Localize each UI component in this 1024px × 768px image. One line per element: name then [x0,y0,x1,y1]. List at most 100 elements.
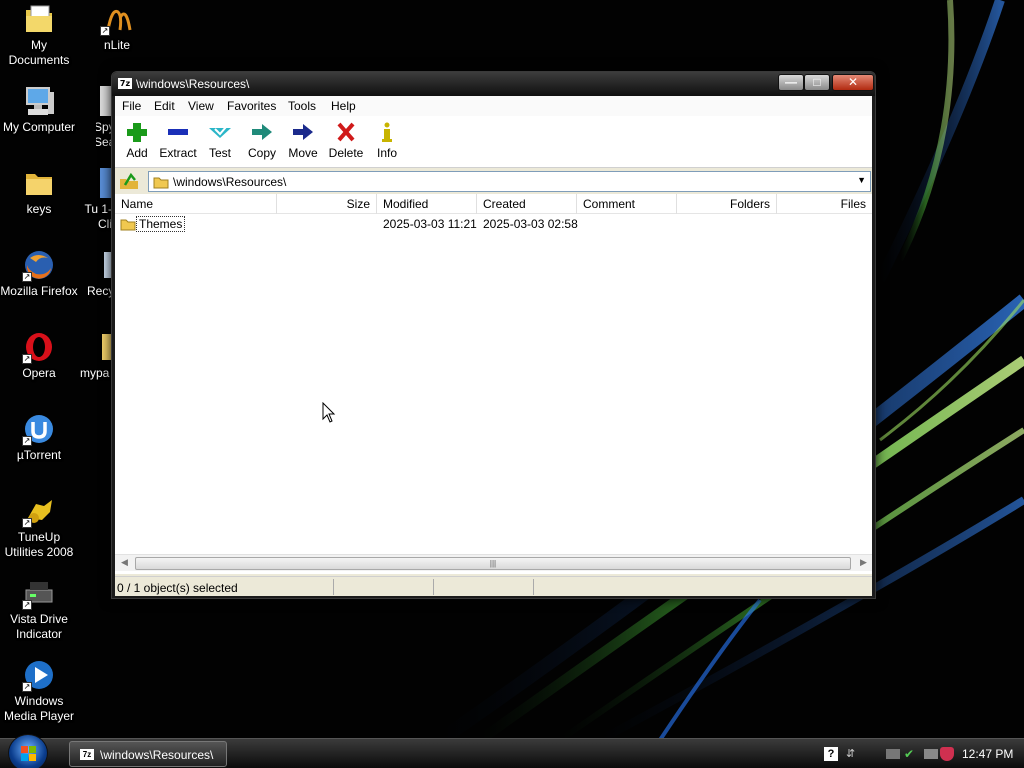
monitor-icon[interactable] [924,749,938,759]
app-icon: 7z [80,749,94,760]
scroll-left-icon[interactable]: ◀ [121,557,128,568]
test-button[interactable]: Test [198,120,242,160]
menu-edit[interactable]: Edit [154,99,175,113]
desktop-icon-recycle-bin[interactable]: Recy [86,248,112,314]
notification-icon[interactable]: ⇵ [846,747,860,761]
desktop-icon-my-computer[interactable]: My Computer [0,84,78,135]
mouse-cursor-icon [322,402,336,423]
list-item[interactable]: Themes 2025-03-03 11:21 2025-03-03 02:58 [115,215,872,233]
desktop-icon-my-documents[interactable]: My Documents [0,2,78,68]
help-icon[interactable]: ? [824,747,838,761]
folder-icon [120,218,136,234]
address-combobox[interactable]: \windows\Resources\ ▼ [148,171,871,192]
move-icon [289,120,317,144]
delete-label: Delete [328,146,364,160]
menu-bar: File Edit View Favorites Tools Help [115,96,872,116]
desktop-icon-label: keys [26,202,52,216]
item-created: 2025-03-03 02:58 [483,217,578,231]
move-button[interactable]: Move [281,120,325,160]
app-icon: 7z [118,78,132,89]
extract-label: Extract [159,146,197,160]
status-divider [533,579,534,595]
add-button[interactable]: Add [115,120,159,160]
desktop-icon-label: Tu 1-Cli [84,202,112,231]
security-shield-icon[interactable] [940,747,954,761]
desktop-icon-mozilla-firefox[interactable]: ↗ Mozilla Firefox [0,248,78,299]
desktop-icon-keys[interactable]: keys [0,166,78,217]
column-header-modified[interactable]: Modified [377,194,477,214]
column-header-comment[interactable]: Comment [577,194,677,214]
start-button[interactable] [8,734,48,768]
file-list: Name Size Modified Created Comment Folde… [115,194,872,574]
windows-logo-icon [21,746,36,761]
menu-file[interactable]: File [122,99,141,113]
horizontal-scrollbar[interactable]: ◀ ||| ▶ [115,554,872,571]
shortcut-arrow-icon: ↗ [22,682,32,692]
up-folder-button[interactable] [117,171,141,191]
scrollbar-thumb[interactable]: ||| [135,557,851,570]
desktop-icon-windows-media-player[interactable]: ↗ Windows Media Player [0,658,78,724]
copy-icon [248,120,276,144]
taskbar-window-button[interactable]: 7z \windows\Resources\ [69,741,227,767]
extract-button[interactable]: Extract [156,120,200,160]
column-header-created[interactable]: Created [477,194,577,214]
firefox-icon: ↗ [22,248,56,282]
desktop-icon-opera[interactable]: ↗ Opera [0,330,78,381]
desktop-icon-label: My Computer [2,120,76,134]
info-icon [373,120,401,144]
copy-button[interactable]: Copy [240,120,284,160]
menu-help[interactable]: Help [331,99,356,113]
status-divider [433,579,434,595]
shortcut-arrow-icon: ↗ [22,518,32,528]
toolbar: Add Extract Test Copy Move Delete Info [115,116,872,168]
taskbar: 7z \windows\Resources\ ? ⇵ ✔ 12:47 PM [0,734,1024,768]
my-computer-icon [22,84,56,118]
minimize-button[interactable]: — [778,74,804,91]
tuneup-utilities-icon: ↗ [22,494,56,528]
desktop-icon-vista-drive-indicator[interactable]: ↗ Vista Drive Indicator [0,576,78,642]
shortcut-arrow-icon: ↗ [22,436,32,446]
desktop-icon-mypa[interactable]: mypa [80,330,112,396]
desktop-icon-tuneup-1click[interactable]: Tu 1-Cli [84,166,112,232]
drive-indicator-icon[interactable] [886,749,900,759]
title-bar[interactable]: 7z \windows\Resources\ — □ ✕ [112,72,875,96]
info-label: Info [376,146,397,160]
scroll-right-icon[interactable]: ▶ [860,557,867,568]
folder-icon [22,166,56,200]
shortcut-arrow-icon: ↗ [22,600,32,610]
item-name: Themes [136,216,186,232]
close-button[interactable]: ✕ [832,74,874,91]
column-header-name[interactable]: Name [115,194,277,214]
menu-favorites[interactable]: Favorites [227,99,276,113]
delete-button[interactable]: Delete [324,120,368,160]
desktop-icon-label: Mozilla Firefox [0,284,78,298]
column-header-size[interactable]: Size [277,194,377,214]
menu-tools[interactable]: Tools [288,99,316,113]
menu-view[interactable]: View [188,99,214,113]
network-icon[interactable]: ✔ [904,747,918,761]
chevron-down-icon[interactable]: ▼ [857,175,866,185]
desktop-icon-spybot[interactable]: Spy Sea [96,84,112,150]
desktop-icon-nlite[interactable]: ↗ nLite [78,2,156,53]
drive-indicator-icon: ↗ [22,576,56,610]
my-documents-icon [22,2,56,36]
maximize-button[interactable]: □ [804,74,830,91]
column-header-files[interactable]: Files [777,194,872,214]
desktop-icon-tuneup-utilities[interactable]: ↗ TuneUp Utilities 2008 [0,494,78,560]
desktop-icon-label: µTorrent [16,448,62,462]
desktop-icon-label: Windows Media Player [3,694,75,723]
address-row: \windows\Resources\ ▼ [115,169,872,193]
desktop-icon-utorrent[interactable]: ↗ µTorrent [0,412,78,463]
info-button[interactable]: Info [365,120,409,160]
shortcut-arrow-icon: ↗ [22,354,32,364]
clock[interactable]: 12:47 PM [962,747,1013,761]
desktop-icon-label: Opera [22,366,56,380]
status-text: 0 / 1 object(s) selected [117,581,238,595]
utorrent-icon: ↗ [22,412,56,446]
up-folder-icon [120,172,138,189]
column-header-folders[interactable]: Folders [677,194,777,214]
desktop-icon-label: Spy Sea [96,120,112,149]
address-path: \windows\Resources\ [173,175,287,189]
status-bar: 0 / 1 object(s) selected [115,576,872,596]
window-client-area: File Edit View Favorites Tools Help Add … [115,96,872,596]
